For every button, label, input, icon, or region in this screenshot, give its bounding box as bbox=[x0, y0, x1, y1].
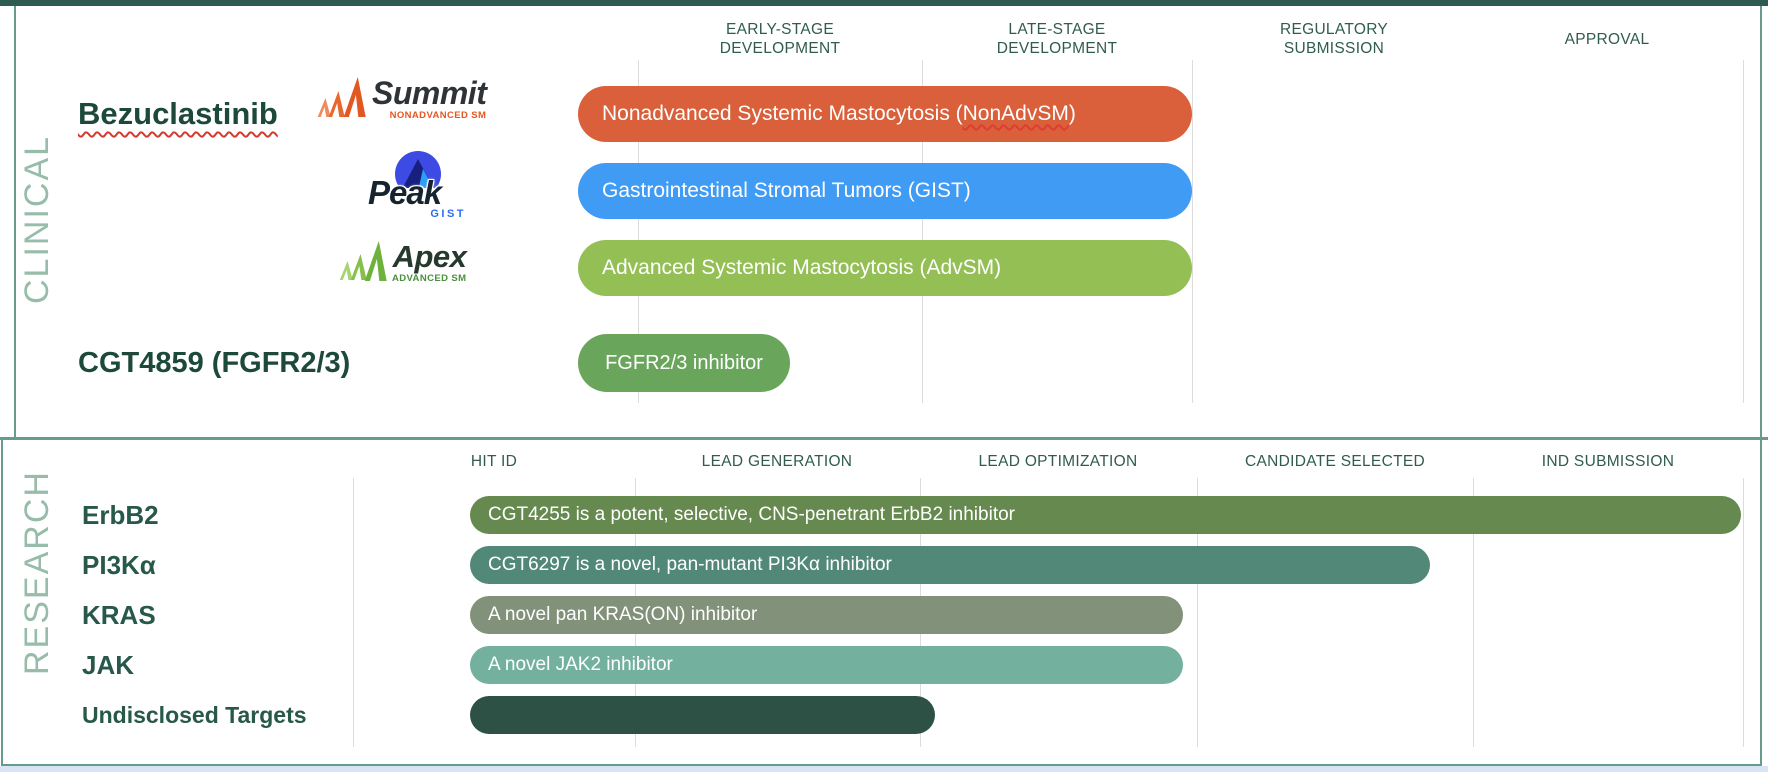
header-line: DEVELOPMENT bbox=[640, 39, 920, 58]
apex-brand: Apex bbox=[393, 240, 467, 273]
gridline bbox=[353, 478, 354, 747]
apex-arrows-icon bbox=[338, 240, 390, 286]
pipeline-bar-undisclosed bbox=[470, 696, 935, 734]
peak-trial-logo: Peak GIST bbox=[368, 150, 472, 224]
right-border bbox=[1760, 6, 1762, 766]
target-label-kras: KRAS bbox=[82, 599, 156, 631]
target-label-pi3ka: PI3Kα bbox=[82, 549, 156, 581]
gridline bbox=[1192, 60, 1193, 403]
pipeline-bar-kras: A novel pan KRAS(ON) inhibitor bbox=[470, 596, 1183, 634]
column-header-lead-generation: LEAD GENERATION bbox=[637, 452, 917, 471]
column-header-hit-id: HIT ID bbox=[354, 452, 634, 471]
target-label-erbb2: ErbB2 bbox=[82, 499, 159, 531]
peak-brand-tag: GIST bbox=[430, 208, 466, 220]
column-header-ind-submission: IND SUBMISSION bbox=[1468, 452, 1748, 471]
apex-logo-text: Apex ADVANCED SM bbox=[392, 240, 466, 284]
clinical-section-label: CLINICAL bbox=[18, 128, 57, 310]
gridline bbox=[1743, 478, 1744, 747]
section-divider bbox=[0, 437, 1768, 440]
gridline bbox=[1743, 60, 1744, 403]
pipeline-bar-gist: Gastrointestinal Stromal Tumors (GIST) bbox=[578, 163, 1192, 219]
summit-logo-text: Summit NONADVANCED SM bbox=[372, 76, 486, 121]
apex-trial-logo: Apex ADVANCED SM bbox=[338, 240, 466, 286]
column-header-early-stage: EARLY-STAGE DEVELOPMENT bbox=[640, 20, 920, 58]
header-line: APPROVAL bbox=[1467, 30, 1747, 49]
bar-text: ) bbox=[1069, 102, 1076, 125]
summit-brand: Summit bbox=[372, 76, 486, 110]
pipeline-bar-advsm: Advanced Systemic Mastocytosis (AdvSM) bbox=[578, 240, 1192, 296]
pipeline-chart: CLINICAL RESEARCH EARLY-STAGE DEVELOPMEN… bbox=[0, 0, 1768, 772]
header-line: SUBMISSION bbox=[1194, 39, 1474, 58]
drug-label-bezuclastinib: Bezuclastinib bbox=[78, 95, 278, 132]
drug-label-cgt4859: CGT4859 (FGFR2/3) bbox=[78, 346, 350, 380]
header-line: EARLY-STAGE bbox=[640, 20, 920, 39]
column-header-lead-optimization: LEAD OPTIMIZATION bbox=[918, 452, 1198, 471]
header-line: REGULATORY bbox=[1194, 20, 1474, 39]
pipeline-bar-nonadvsm: Nonadvanced Systemic Mastocytosis (NonAd… bbox=[578, 86, 1192, 142]
pipeline-bar-erbb2: CGT4255 is a potent, selective, CNS-pene… bbox=[470, 496, 1741, 534]
drug-name: Bezuclastinib bbox=[78, 96, 278, 131]
bar-text: Nonadvanced Systemic Mastocytosis ( bbox=[602, 102, 963, 125]
column-header-approval: APPROVAL bbox=[1467, 20, 1747, 49]
pipeline-bar-pi3ka: CGT6297 is a novel, pan-mutant PI3Kα inh… bbox=[470, 546, 1430, 584]
header-line: LATE-STAGE bbox=[917, 20, 1197, 39]
peak-brand: Peak bbox=[368, 174, 441, 212]
column-header-late-stage: LATE-STAGE DEVELOPMENT bbox=[917, 20, 1197, 58]
pipeline-bar-fgfr: FGFR2/3 inhibitor bbox=[578, 334, 790, 392]
pipeline-bar-jak: A novel JAK2 inhibitor bbox=[470, 646, 1183, 684]
header-line: DEVELOPMENT bbox=[917, 39, 1197, 58]
column-header-regulatory-submission: REGULATORY SUBMISSION bbox=[1194, 20, 1474, 58]
clinical-left-border bbox=[14, 6, 16, 437]
top-border bbox=[0, 0, 1768, 6]
summit-arrows-icon bbox=[316, 76, 370, 124]
bottom-strip bbox=[0, 766, 1768, 772]
column-header-candidate-selected: CANDIDATE SELECTED bbox=[1195, 452, 1475, 471]
apex-brand-tag: ADVANCED SM bbox=[392, 273, 466, 284]
target-label-undisclosed: Undisclosed Targets bbox=[82, 701, 307, 729]
research-left-border bbox=[1, 440, 3, 766]
bar-text-misspelled: NonAdvSM bbox=[963, 102, 1069, 125]
research-section-label: RESEARCH bbox=[18, 515, 57, 675]
target-label-jak: JAK bbox=[82, 649, 134, 681]
summit-brand-tag: NONADVANCED SM bbox=[390, 110, 487, 121]
summit-trial-logo: Summit NONADVANCED SM bbox=[316, 76, 486, 124]
